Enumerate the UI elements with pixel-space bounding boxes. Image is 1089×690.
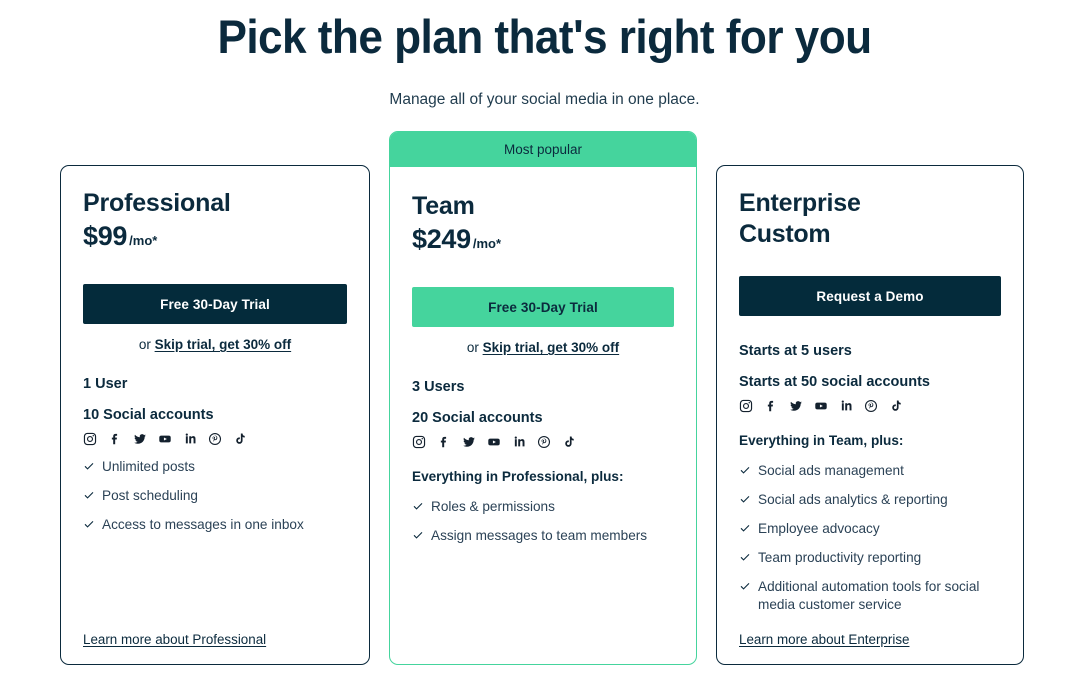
plan-card-team: Most popular Team $249/mo* Free 30-Day T… bbox=[389, 131, 697, 665]
check-icon bbox=[739, 550, 751, 562]
twitter-icon bbox=[789, 399, 803, 413]
plan-card-professional: Professional $99/mo* Free 30-Day Trial o… bbox=[60, 165, 370, 665]
feature-item: Employee advocacy bbox=[739, 520, 1001, 538]
price-amount: $99 bbox=[83, 221, 128, 251]
feature-list: Roles & permissions Assign messages to t… bbox=[412, 498, 674, 545]
feature-item: Team productivity reporting bbox=[739, 549, 1001, 567]
feature-item: Additional automation tools for social m… bbox=[739, 578, 1001, 614]
feature-label: Team productivity reporting bbox=[758, 550, 922, 565]
feature-item: Roles & permissions bbox=[412, 498, 674, 516]
skip-prefix: or bbox=[138, 337, 155, 352]
check-icon bbox=[83, 488, 95, 500]
feature-label: Unlimited posts bbox=[102, 459, 195, 474]
free-trial-button[interactable]: Free 30-Day Trial bbox=[412, 287, 674, 327]
plan-card-body: Enterprise Custom Request a Demo Starts … bbox=[717, 166, 1023, 664]
plan-users: 3 Users bbox=[412, 379, 465, 395]
plan-card-body: Team $249/mo* Free 30-Day Trial or Skip … bbox=[390, 167, 696, 664]
page-title: Pick the plan that's right for you bbox=[217, 10, 872, 63]
learn-more-link[interactable]: Learn more about Enterprise bbox=[739, 632, 909, 647]
plan-accounts: 10 Social accounts bbox=[83, 407, 214, 423]
youtube-icon bbox=[487, 435, 501, 449]
feature-item: Social ads analytics & reporting bbox=[739, 491, 1001, 509]
feature-label: Social ads management bbox=[758, 463, 904, 478]
feature-label: Post scheduling bbox=[102, 488, 198, 503]
plus-heading: Everything in Professional, plus: bbox=[412, 469, 624, 484]
pinterest-icon bbox=[864, 399, 878, 413]
facebook-icon bbox=[437, 435, 451, 449]
feature-item: Social ads management bbox=[739, 462, 1001, 480]
facebook-icon bbox=[764, 399, 778, 413]
linkedin-icon bbox=[512, 435, 526, 449]
skip-prefix: or bbox=[466, 340, 483, 355]
check-icon bbox=[739, 521, 751, 533]
tiktok-icon bbox=[562, 435, 576, 449]
most-popular-badge: Most popular bbox=[390, 132, 696, 167]
twitter-icon bbox=[462, 435, 476, 449]
skip-trial-row: or Skip trial, get 30% off bbox=[83, 337, 347, 352]
check-icon bbox=[83, 459, 95, 471]
plan-accounts: Starts at 50 social accounts bbox=[739, 374, 930, 390]
pinterest-icon bbox=[208, 432, 222, 446]
plan-name: Enterprise bbox=[739, 189, 861, 217]
linkedin-icon bbox=[839, 399, 853, 413]
plan-users: Starts at 5 users bbox=[739, 343, 852, 359]
plan-accounts: 20 Social accounts bbox=[412, 410, 543, 426]
free-trial-button[interactable]: Free 30-Day Trial bbox=[83, 284, 347, 324]
social-network-icons bbox=[739, 399, 1001, 413]
social-network-icons bbox=[412, 435, 674, 449]
plan-price: Custom bbox=[739, 219, 1001, 250]
check-icon bbox=[412, 499, 424, 511]
plan-price: $249/mo* bbox=[412, 222, 674, 261]
plan-card-body: Professional $99/mo* Free 30-Day Trial o… bbox=[61, 166, 369, 664]
feature-item: Post scheduling bbox=[83, 487, 347, 505]
plan-users: 1 User bbox=[83, 376, 128, 392]
twitter-icon bbox=[133, 432, 147, 446]
skip-trial-link[interactable]: Skip trial, get 30% off bbox=[155, 337, 292, 352]
plan-name: Professional bbox=[83, 189, 231, 217]
feature-label: Employee advocacy bbox=[758, 521, 880, 536]
price-period: /mo* bbox=[129, 233, 158, 248]
feature-label: Access to messages in one inbox bbox=[102, 517, 304, 532]
instagram-icon bbox=[83, 432, 97, 446]
plan-price: $99/mo* bbox=[83, 219, 347, 258]
learn-more-link[interactable]: Learn more about Professional bbox=[83, 632, 266, 647]
page-subtitle: Manage all of your social media in one p… bbox=[389, 91, 700, 108]
check-icon bbox=[412, 528, 424, 540]
skip-trial-link[interactable]: Skip trial, get 30% off bbox=[483, 340, 620, 355]
check-icon bbox=[739, 463, 751, 475]
feature-list: Social ads management Social ads analyti… bbox=[739, 462, 1001, 614]
feature-label: Additional automation tools for social m… bbox=[758, 579, 980, 612]
check-icon bbox=[83, 517, 95, 529]
instagram-icon bbox=[739, 399, 753, 413]
price-amount: Custom bbox=[739, 220, 831, 248]
check-icon bbox=[739, 579, 751, 591]
feature-label: Social ads analytics & reporting bbox=[758, 492, 948, 507]
skip-trial-row: or Skip trial, get 30% off bbox=[412, 340, 674, 355]
feature-item: Assign messages to team members bbox=[412, 527, 674, 545]
check-icon bbox=[739, 492, 751, 504]
linkedin-icon bbox=[183, 432, 197, 446]
feature-label: Roles & permissions bbox=[431, 499, 555, 514]
tiktok-icon bbox=[889, 399, 903, 413]
feature-label: Assign messages to team members bbox=[431, 528, 648, 543]
plan-card-enterprise: Enterprise Custom Request a Demo Starts … bbox=[716, 165, 1024, 665]
youtube-icon bbox=[814, 399, 828, 413]
pinterest-icon bbox=[537, 435, 551, 449]
social-network-icons bbox=[83, 432, 347, 446]
pricing-page: Pick the plan that's right for you Manag… bbox=[0, 0, 1089, 690]
price-amount: $249 bbox=[412, 224, 471, 254]
plan-name: Team bbox=[412, 192, 475, 220]
feature-list: Unlimited posts Post scheduling Access t… bbox=[83, 458, 347, 534]
plus-heading: Everything in Team, plus: bbox=[739, 433, 904, 448]
feature-item: Access to messages in one inbox bbox=[83, 516, 347, 534]
price-period: /mo* bbox=[472, 236, 502, 251]
tiktok-icon bbox=[233, 432, 247, 446]
facebook-icon bbox=[108, 432, 122, 446]
request-demo-button[interactable]: Request a Demo bbox=[739, 276, 1001, 316]
instagram-icon bbox=[412, 435, 426, 449]
feature-item: Unlimited posts bbox=[83, 458, 347, 476]
youtube-icon bbox=[158, 432, 172, 446]
